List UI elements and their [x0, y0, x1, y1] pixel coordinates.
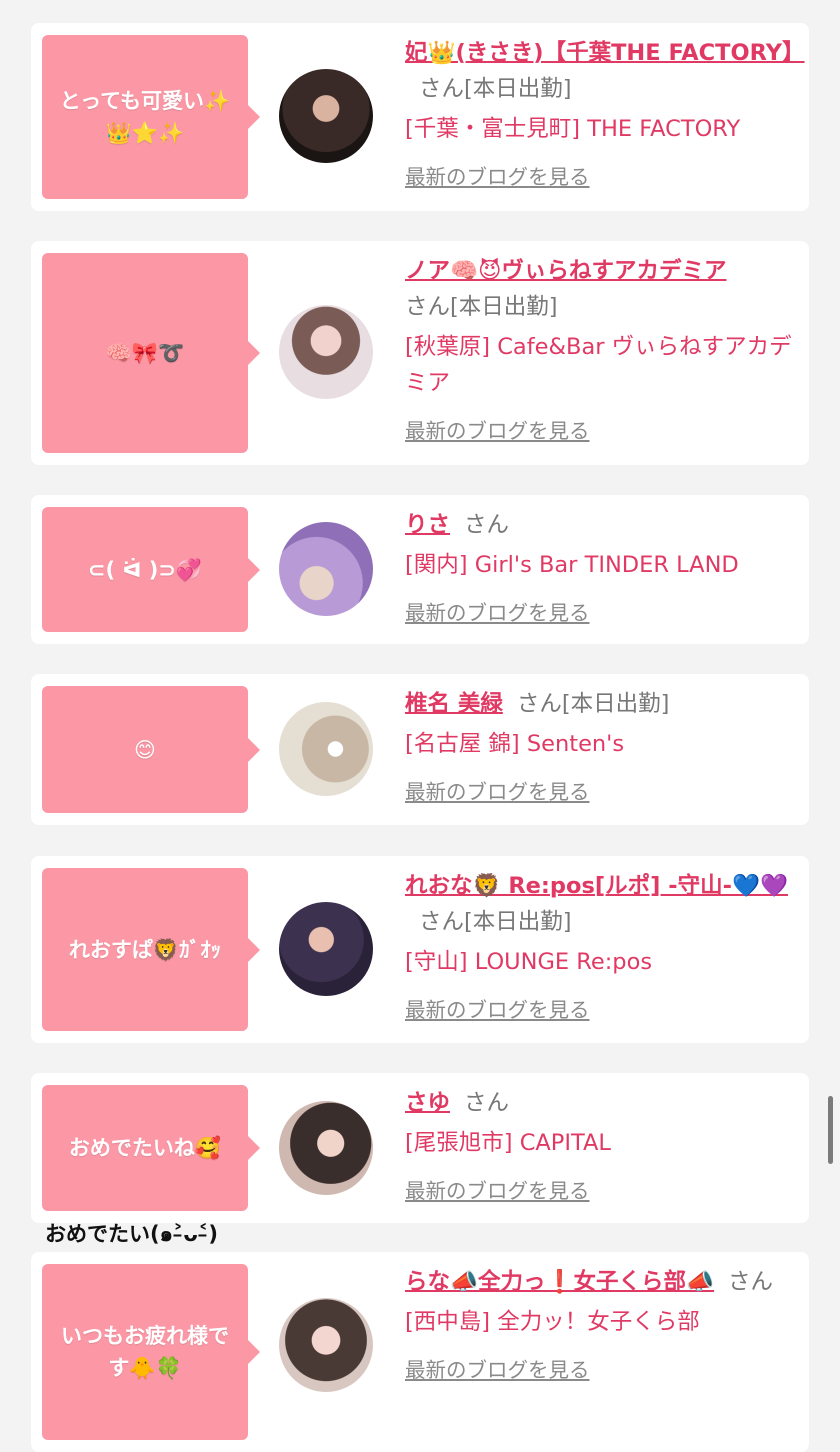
shop-name: [関内] Girl's Bar TINDER LAND — [405, 552, 739, 578]
girl-name-link[interactable]: さゆ — [405, 1090, 450, 1116]
girl-card: 😊 椎名 美緑 さん[本日出勤] [名古屋 錦] Senten's 最新のブログを… — [31, 674, 809, 825]
message-bubble: とっても可愛い✨👑⭐✨ — [42, 35, 260, 199]
message-bubble: 😊 — [42, 686, 260, 813]
message-text: れおすぱ🦁ｶﾞｵｯ — [68, 937, 222, 962]
avatar[interactable] — [279, 902, 373, 996]
latest-blog-link[interactable]: 最新のブログを見る — [405, 992, 590, 1028]
shop-name: [尾張旭市] CAPITAL — [405, 1130, 611, 1156]
san-suffix: さん — [419, 909, 465, 935]
latest-blog-link[interactable]: 最新のブログを見る — [405, 595, 590, 631]
today-badge: [本日出勤] — [464, 909, 572, 935]
today-badge: [本日出勤] — [464, 76, 572, 102]
avatar[interactable] — [279, 69, 373, 163]
girl-name-link[interactable]: れおな🦁 Re:pos[ルポ] -守山-💙💜 — [405, 873, 788, 899]
message-text: とっても可愛い✨👑⭐✨ — [59, 89, 231, 145]
message-text: 🧠🎀➰ — [105, 341, 185, 365]
message-bubble: ⊂( ᐛ )⊃💞 — [42, 507, 260, 632]
message-bubble: れおすぱ🦁ｶﾞｵｯ — [42, 868, 260, 1031]
avatar[interactable] — [279, 522, 373, 616]
girl-card: とっても可愛い✨👑⭐✨ 妃👑(きさき)【千葉THE FACTORY】さん[本日出… — [31, 23, 809, 211]
girl-name-link[interactable]: りさ — [405, 512, 450, 538]
latest-blog-link[interactable]: 最新のブログを見る — [405, 159, 590, 195]
scrollbar[interactable] — [828, 1096, 833, 1164]
girl-name-link[interactable]: 妃👑(きさき)【千葉THE FACTORY】 — [405, 40, 805, 66]
shop-name: [秋葉原] Cafe&Bar ヴぃらねすアカデミア — [405, 334, 792, 396]
message-bubble: いつもお疲れ様です🐥🍀 — [42, 1264, 260, 1440]
san-suffix: さん — [728, 1269, 774, 1295]
girl-card: れおすぱ🦁ｶﾞｵｯ れおな🦁 Re:pos[ルポ] -守山-💙💜 さん[本日出勤]… — [31, 856, 809, 1043]
san-suffix: さん — [419, 76, 465, 102]
latest-blog-link[interactable]: 最新のブログを見る — [405, 1352, 590, 1388]
girl-name-link[interactable]: ノア🧠😈ヴぃらねすアカデミア — [405, 258, 726, 284]
message-bubble: 🧠🎀➰ — [42, 253, 260, 453]
shop-name: [名古屋 錦] Senten's — [405, 731, 625, 757]
today-badge: [本日出勤] — [450, 294, 558, 320]
today-badge: [本日出勤] — [561, 691, 670, 717]
girl-name-link[interactable]: 椎名 美緑 — [405, 691, 503, 717]
avatar[interactable] — [279, 1298, 373, 1392]
san-suffix: さん — [516, 691, 562, 717]
latest-blog-link[interactable]: 最新のブログを見る — [405, 1173, 590, 1209]
latest-blog-link[interactable]: 最新のブログを見る — [405, 413, 590, 449]
comment-text: おめでたい(๑˃̵ᴗ˂̵) — [45, 1222, 218, 1246]
message-text: いつもお疲れ様です🐥🍀 — [61, 1324, 229, 1380]
shop-name: [守山] LOUNGE Re:pos — [405, 949, 653, 975]
avatar[interactable] — [279, 1101, 373, 1195]
message-text: おめでたいね🥰 — [68, 1136, 222, 1160]
girl-card: 🧠🎀➰ ノア🧠😈ヴぃらねすアカデミア さん[本日出勤] [秋葉原] Cafe&Ba… — [31, 241, 809, 465]
latest-blog-link[interactable]: 最新のブログを見る — [405, 774, 590, 810]
message-text: 😊 — [134, 737, 156, 762]
shop-name: [千葉・富士見町] THE FACTORY — [405, 116, 741, 142]
san-suffix: さん — [464, 1090, 510, 1116]
san-suffix: さん — [405, 294, 451, 320]
girl-card: いつもお疲れ様です🐥🍀 らな📣全力っ❗女子くら部📣 さん [西中島] 全力ッ！女子… — [31, 1252, 809, 1452]
avatar[interactable] — [279, 702, 373, 796]
san-suffix: さん — [464, 512, 510, 538]
avatar[interactable] — [279, 305, 373, 399]
shop-name: [西中島] 全力ッ！女子くら部 — [405, 1309, 700, 1335]
girl-card: ⊂( ᐛ )⊃💞 りさ さん [関内] Girl's Bar TINDER LAN… — [31, 495, 809, 644]
girl-card: おめでたいね🥰 さゆ さん [尾張旭市] CAPITAL 最新のブログを見る — [31, 1073, 809, 1223]
girl-name-link[interactable]: らな📣全力っ❗女子くら部📣 — [405, 1269, 714, 1295]
message-text: ⊂( ᐛ )⊃💞 — [87, 557, 203, 582]
message-bubble: おめでたいね🥰 — [42, 1085, 260, 1211]
